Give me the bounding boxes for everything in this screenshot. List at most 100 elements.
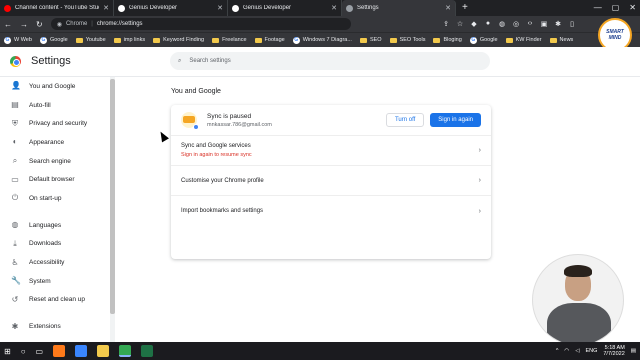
- reload-icon[interactable]: ↻: [36, 20, 43, 29]
- volume-icon[interactable]: ◁: [575, 348, 579, 354]
- import-bookmarks-row[interactable]: Import bookmarks and settings ›: [171, 196, 491, 226]
- page-favicon-icon: [232, 4, 239, 12]
- tab-close-icon[interactable]: ✕: [103, 4, 109, 12]
- sidebar-item-globe[interactable]: ◍ Languages: [0, 216, 115, 235]
- share-icon[interactable]: ⇪: [442, 20, 450, 28]
- system-tray: ^ ◠ ◁ ENG 5:18 AM 7/7/2022 ▤: [556, 345, 636, 358]
- bookmark-item[interactable]: Freelance: [212, 37, 247, 43]
- bookmark-item[interactable]: SEO: [359, 37, 382, 43]
- windows-start-icon[interactable]: ⊞: [4, 347, 11, 356]
- star-icon[interactable]: ☆: [456, 20, 464, 28]
- folder-icon: [359, 37, 367, 43]
- minimize-icon[interactable]: —: [594, 0, 602, 16]
- sidebar-item-search[interactable]: ⌕ Search engine: [0, 152, 115, 171]
- bookmark-item[interactable]: News: [549, 37, 573, 43]
- sidebar-item-power[interactable]: ⏻ On start-up: [0, 189, 115, 208]
- bookmark-item[interactable]: Bloging: [433, 37, 462, 43]
- language-indicator[interactable]: ENG: [585, 348, 597, 354]
- extension-icon[interactable]: ◍: [498, 20, 506, 28]
- sidebar-item-label: Default browser: [29, 176, 75, 184]
- tab-close-icon[interactable]: ✕: [445, 4, 451, 12]
- tab-close-icon[interactable]: ✕: [217, 4, 223, 12]
- back-icon[interactable]: ←: [4, 20, 12, 29]
- palette-icon: ◐: [12, 137, 18, 147]
- close-window-icon[interactable]: ✕: [629, 0, 636, 16]
- code-icon[interactable]: ‹›: [526, 20, 534, 28]
- bookmark-item[interactable]: KW Finder: [505, 37, 542, 43]
- taskbar-app-icon[interactable]: [53, 345, 66, 357]
- you-and-google-card: Sync is paused mnkassar.786@gmail.com Tu…: [171, 105, 491, 259]
- tab-genius-developer-1[interactable]: Genius Developer ✕: [114, 0, 228, 16]
- sidebar-item-shield[interactable]: ⛨ Privacy and security: [0, 114, 115, 133]
- bookmark-item[interactable]: G Google: [469, 36, 498, 44]
- extension-icon[interactable]: ◆: [470, 20, 478, 28]
- sidebar-item-wrench[interactable]: 🔧 System: [0, 272, 115, 291]
- folder-icon: [549, 37, 557, 43]
- page-title: Settings: [31, 55, 71, 67]
- sidebar-scrollbar[interactable]: [110, 77, 115, 342]
- bookmark-label: Youtube: [85, 37, 106, 43]
- folder-icon: [254, 37, 262, 43]
- folder-icon: [505, 37, 513, 43]
- presenter-hair: [564, 265, 592, 277]
- bookmark-item[interactable]: Footage: [254, 37, 285, 43]
- google-icon: G: [4, 36, 11, 44]
- maximize-icon[interactable]: ▢: [612, 0, 620, 16]
- excel-taskbar-icon[interactable]: [141, 345, 154, 357]
- scrollbar-thumb[interactable]: [110, 79, 115, 314]
- taskbar-app-icon[interactable]: [75, 345, 88, 357]
- extension-icon[interactable]: ◎: [512, 20, 520, 28]
- task-view-icon[interactable]: ▭: [36, 347, 44, 356]
- bookmark-item[interactable]: G Google: [39, 36, 68, 44]
- search-settings-field[interactable]: ⌕ Search settings: [170, 52, 490, 70]
- file-explorer-icon[interactable]: [97, 345, 110, 357]
- sidebar-item-download[interactable]: ⤓ Downloads: [0, 235, 115, 254]
- notifications-icon[interactable]: ▤: [631, 348, 636, 354]
- sign-in-again-button[interactable]: Sign in again: [430, 113, 481, 127]
- bookmark-item[interactable]: GW Web: [4, 36, 32, 44]
- clock[interactable]: 5:18 AM 7/7/2022: [603, 345, 624, 358]
- new-tab-icon[interactable]: +: [456, 0, 474, 16]
- turn-off-button[interactable]: Turn off: [385, 113, 425, 127]
- tab-genius-developer-2[interactable]: Genius Developer ✕: [228, 0, 342, 16]
- chevron-right-icon: ›: [478, 207, 481, 215]
- folder-icon: [389, 37, 397, 43]
- network-icon[interactable]: ◠: [564, 348, 569, 354]
- address-bar[interactable]: ◉ Chrome | chrome://settings: [50, 18, 351, 30]
- sidebar-item-browser[interactable]: ▭ Default browser: [0, 170, 115, 189]
- bookmark-item[interactable]: imp links: [113, 37, 145, 43]
- tray-chevron-icon[interactable]: ^: [556, 348, 559, 354]
- extension-icon[interactable]: ▣: [540, 20, 548, 28]
- bookmark-item[interactable]: Keyword Finding: [153, 37, 204, 43]
- sidebar-item-extensions[interactable]: ✱ Extensions: [0, 317, 115, 336]
- window-controls: — ▢ ✕: [594, 0, 636, 16]
- forward-icon[interactable]: →: [20, 20, 28, 29]
- page-favicon-icon: [118, 4, 125, 12]
- sync-services-row[interactable]: Sync and Google services Sign in again t…: [171, 136, 491, 166]
- sidepanel-icon[interactable]: ▯: [568, 20, 576, 28]
- puzzle-icon[interactable]: ✱: [554, 20, 562, 28]
- wrench-icon: 🔧: [11, 276, 21, 286]
- bookmark-item[interactable]: G Windows 7 Diagra...: [292, 36, 352, 44]
- settings-sidebar: 👤 You and Google ▤ Auto-fill ⛨ Privacy and se…: [0, 77, 115, 342]
- sidebar-item-person[interactable]: 👤 You and Google: [0, 77, 115, 96]
- bookmark-item[interactable]: Youtube: [75, 37, 106, 43]
- bookmark-label: Freelance: [222, 37, 247, 43]
- accessibility-icon: ♿: [11, 257, 19, 267]
- sidebar-item-autofill[interactable]: ▤ Auto-fill: [0, 96, 115, 115]
- bookmark-item[interactable]: SEO Tools: [389, 37, 425, 43]
- customise-profile-row[interactable]: Customise your Chrome profile ›: [171, 166, 491, 196]
- chrome-taskbar-icon[interactable]: [119, 345, 132, 357]
- tab-settings[interactable]: Settings ✕: [342, 0, 456, 16]
- folder-icon: [153, 37, 161, 43]
- bookmark-label: Google: [479, 37, 498, 43]
- chrome-site-icon: ◉: [56, 21, 62, 28]
- extension-icon[interactable]: ●: [484, 20, 492, 28]
- tab-youtube-studio[interactable]: Channel content - YouTube Stud ✕: [0, 0, 114, 16]
- tab-close-icon[interactable]: ✕: [331, 4, 337, 12]
- search-icon[interactable]: ○: [21, 347, 26, 356]
- sidebar-item-reset[interactable]: ↺ Reset and clean up: [0, 291, 115, 310]
- browser-icon: ▭: [11, 174, 19, 184]
- sidebar-item-accessibility[interactable]: ♿ Accessibility: [0, 253, 115, 272]
- sidebar-item-palette[interactable]: ◐ Appearance: [0, 133, 115, 152]
